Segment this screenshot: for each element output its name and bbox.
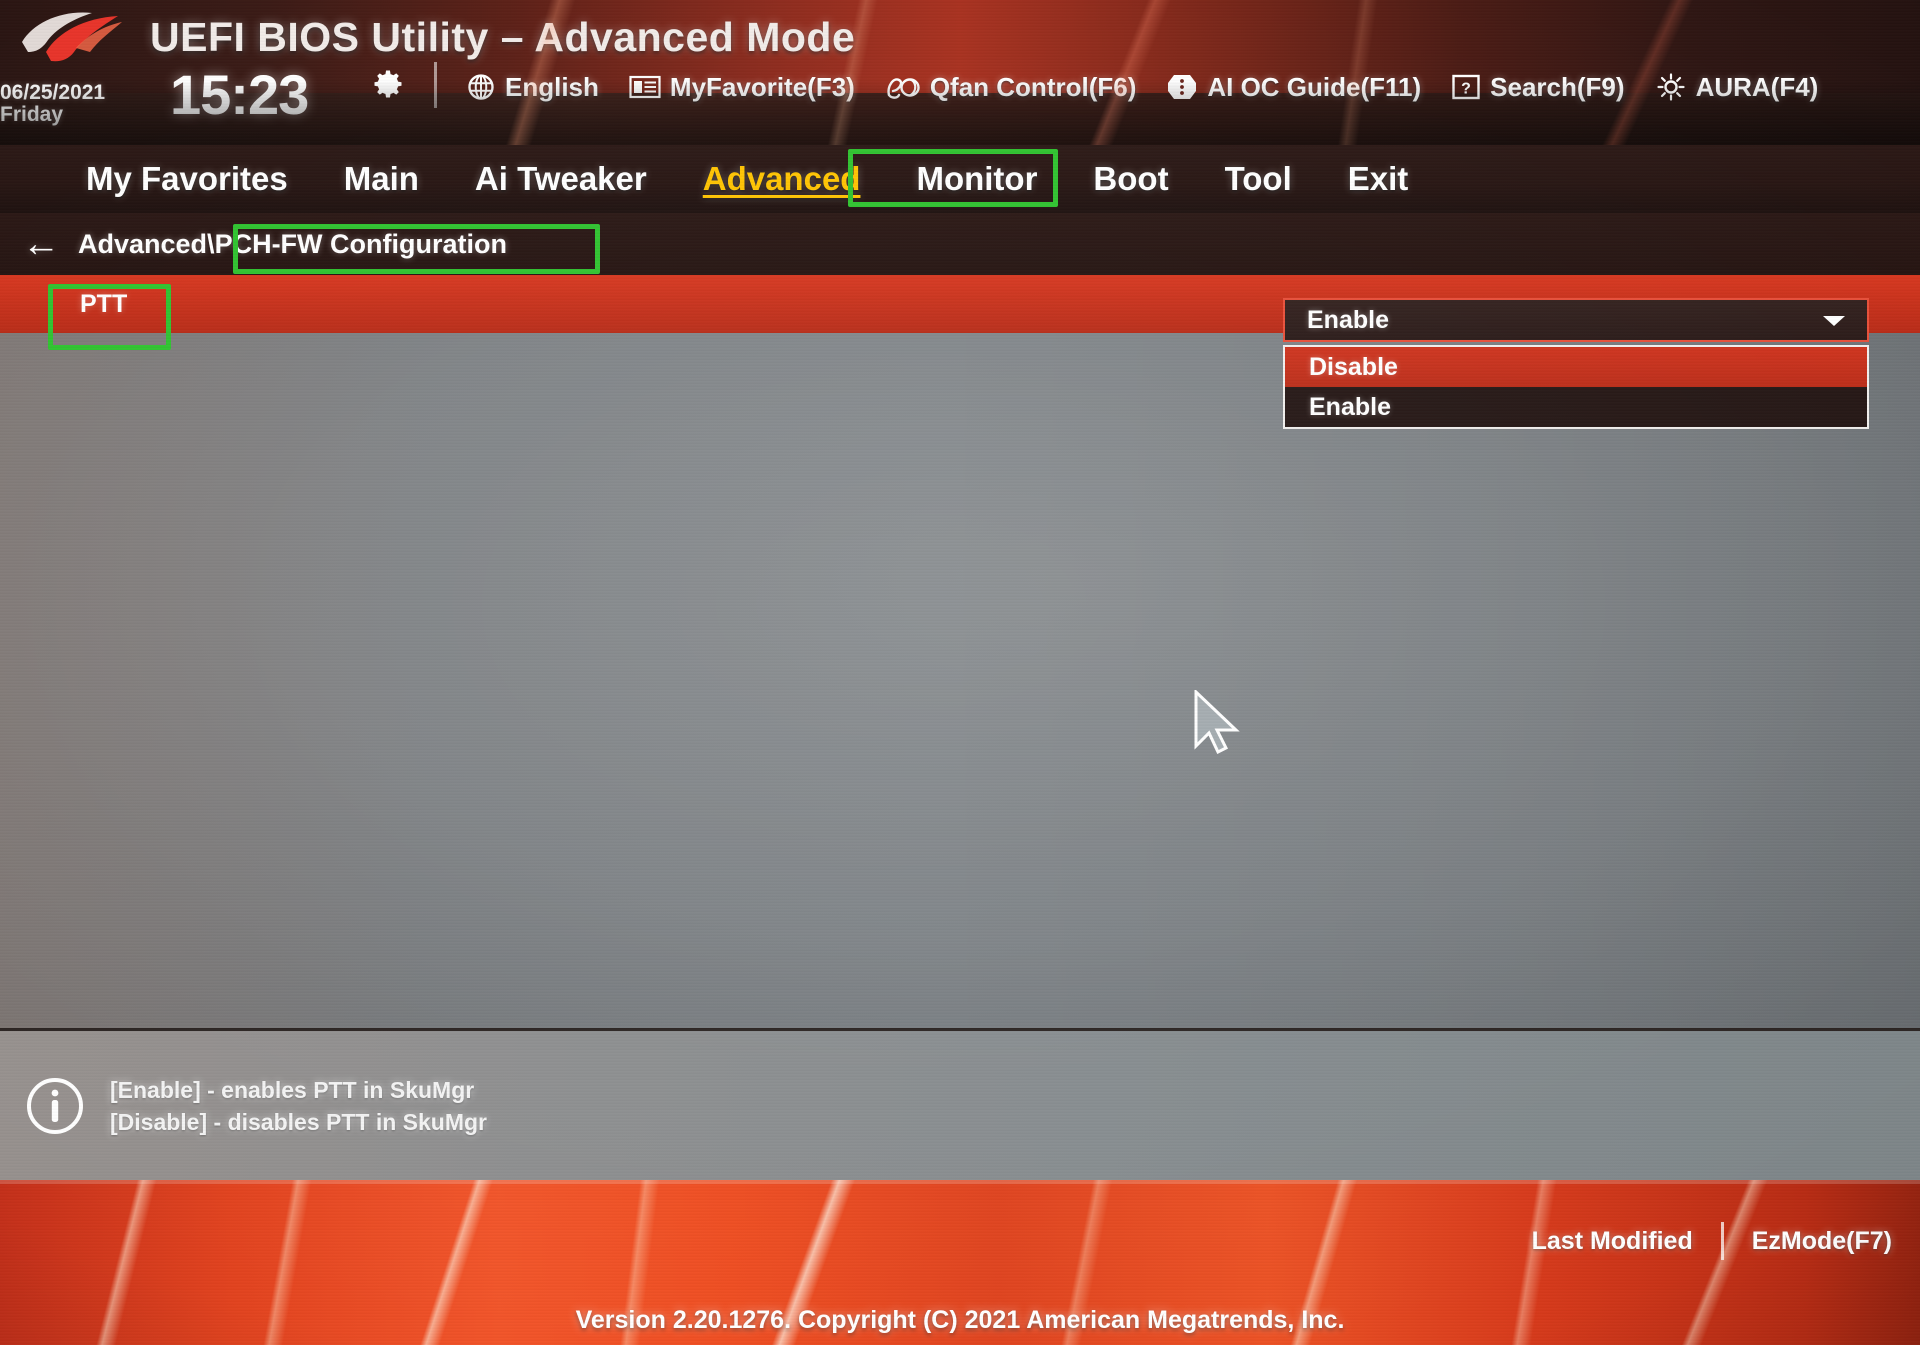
tab-ai-tweaker[interactable]: Ai Tweaker [447, 160, 675, 198]
main-nav-tabs: My Favorites Main Ai Tweaker Advanced Mo… [0, 145, 1920, 213]
date-display: 06/25/2021 Friday [0, 82, 160, 126]
aioc-icon [1168, 75, 1197, 99]
myfavorite-icon [629, 75, 661, 99]
help-line-1: [Enable] - enables PTT in SkuMgr [110, 1076, 475, 1103]
search-button[interactable]: ? Search(F9) [1451, 71, 1625, 103]
aura-icon [1656, 73, 1685, 101]
svg-text:?: ? [1461, 81, 1471, 98]
qfan-control-button[interactable]: Qfan Control(F6) [885, 71, 1137, 103]
footer-bar: Last Modified EzMode(F7) Version 2.20.12… [0, 1180, 1920, 1345]
tab-main[interactable]: Main [316, 160, 447, 198]
breadcrumb-parent[interactable]: Advanced [78, 229, 207, 260]
rog-logo [22, 12, 122, 62]
myfavorite-label: MyFavorite(F3) [669, 71, 855, 102]
ptt-select[interactable]: Enable [1283, 298, 1869, 342]
weekday-value: Friday [0, 103, 64, 126]
help-text: [Enable] - enables PTT in SkuMgr [Disabl… [110, 1074, 487, 1138]
header-toolbar: English MyFavorite(F3) Qfan Control(F6) … [466, 66, 1818, 108]
dropdown-option-disable[interactable]: Disable [1285, 347, 1867, 387]
tab-advanced[interactable]: Advanced [675, 160, 889, 198]
header-separator [434, 62, 437, 108]
tab-my-favorites[interactable]: My Favorites [58, 160, 316, 198]
clock-display: 15:23 [170, 63, 309, 126]
ptt-dropdown-list[interactable]: Disable Enable [1283, 345, 1869, 429]
header-bar: UEFI BIOS Utility – Advanced Mode 06/25/… [0, 0, 1920, 145]
help-panel: [Enable] - enables PTT in SkuMgr [Disabl… [0, 1028, 1920, 1180]
search-icon: ? [1452, 74, 1480, 100]
tab-exit[interactable]: Exit [1320, 160, 1437, 198]
breadcrumb: ← Advanced \ PCH-FW Configuration [0, 213, 1920, 275]
qfan-icon [887, 78, 920, 99]
footer-divider [0, 1180, 1920, 1184]
info-icon [27, 1077, 83, 1134]
help-line-2: [Disable] - disables PTT in SkuMgr [110, 1108, 488, 1135]
back-arrow-icon[interactable]: ← [22, 225, 60, 263]
bios-screen: UEFI BIOS Utility – Advanced Mode 06/25/… [0, 0, 1920, 1345]
ptt-select-value: Enable [1307, 305, 1389, 334]
qfan-label: Qfan Control(F6) [929, 71, 1137, 102]
ai-oc-guide-button[interactable]: AI OC Guide(F11) [1166, 72, 1421, 103]
myfavorite-button[interactable]: MyFavorite(F3) [629, 72, 855, 103]
breadcrumb-separator: \ [207, 228, 215, 259]
version-text: Version 2.20.1276. Copyright (C) 2021 Am… [575, 1306, 1345, 1334]
language-label: English [505, 71, 599, 102]
search-label: Search(F9) [1490, 71, 1625, 102]
date-value: 06/25/2021 [0, 81, 106, 104]
ptt-label: PTT [80, 289, 128, 318]
gear-icon[interactable] [370, 66, 406, 102]
tab-monitor[interactable]: Monitor [888, 160, 1065, 198]
tab-boot[interactable]: Boot [1065, 160, 1196, 198]
ez-mode-button[interactable]: EzMode(F7) [1724, 1227, 1920, 1256]
aura-label: AURA(F4) [1695, 71, 1819, 102]
tab-tool[interactable]: Tool [1197, 160, 1320, 198]
aura-button[interactable]: AURA(F4) [1655, 71, 1819, 103]
mouse-cursor [1194, 690, 1240, 754]
footer-actions: Last Modified EzMode(F7) [1504, 1222, 1920, 1260]
dropdown-option-enable[interactable]: Enable [1285, 387, 1867, 427]
globe-icon [468, 74, 494, 100]
chevron-down-icon [1823, 316, 1845, 326]
language-button[interactable]: English [466, 72, 599, 103]
aioc-label: AI OC Guide(F11) [1207, 71, 1422, 102]
last-modified-button[interactable]: Last Modified [1504, 1227, 1721, 1256]
breadcrumb-current: PCH-FW Configuration [214, 228, 508, 259]
page-title: UEFI BIOS Utility – Advanced Mode [150, 14, 856, 60]
